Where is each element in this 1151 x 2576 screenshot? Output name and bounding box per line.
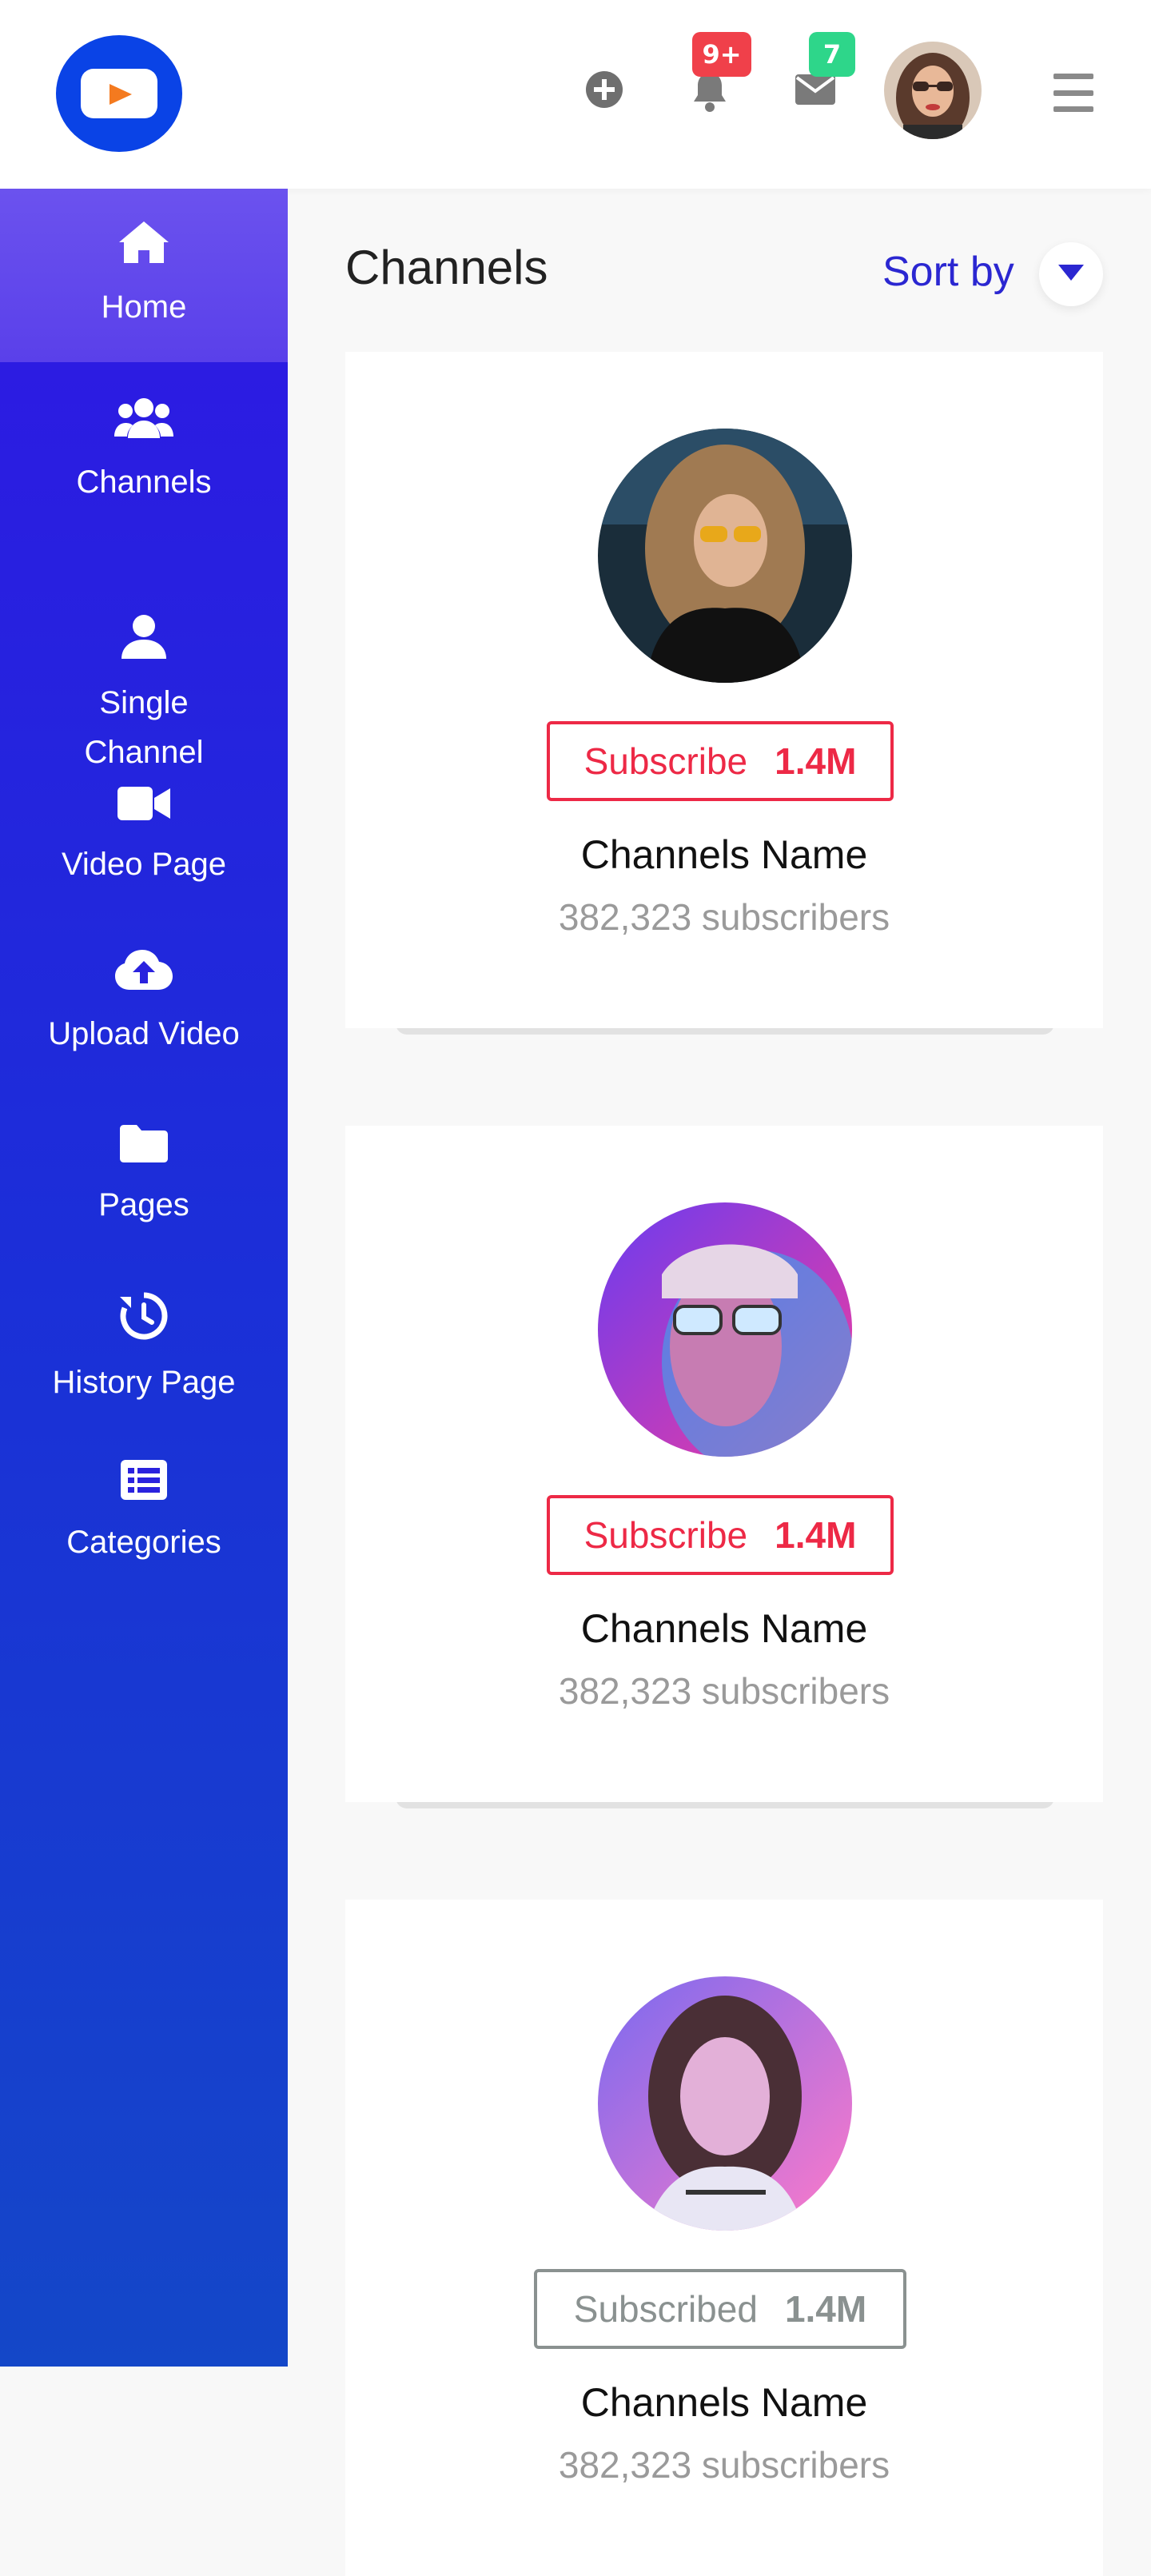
sidebar-item-label: History Page [52,1365,236,1400]
video-camera-icon [117,785,170,836]
channel-subscribers: 382,323 subscribers [558,2444,890,2486]
messages-badge: 7 [809,32,855,77]
play-icon [81,69,157,118]
subscribe-button[interactable]: Subscribe 1.4M [547,1495,894,1575]
user-avatar[interactable] [884,42,982,139]
channel-avatar[interactable] [598,429,852,683]
sidebar-item-label: Video Page [61,847,227,882]
cloud-upload-icon [115,950,173,1006]
sidebar: Home Channels Single Channel Video Page … [0,189,288,2367]
channel-card: Subscribe 1.4M Channels Name 382,323 sub… [345,1126,1103,1802]
sort-by-label[interactable]: Sort by [882,248,1014,296]
subscriber-count: 1.4M [775,1514,857,1556]
sidebar-item-categories[interactable]: Categories [0,1460,288,1567]
sidebar-item-label: Single Channel [84,685,204,770]
caret-down-icon [1058,265,1084,284]
sidebar-item-history-page[interactable]: History Page [0,1292,288,1407]
user-icon [120,564,168,675]
subscribed-button[interactable]: Subscribed 1.4M [534,2269,906,2349]
channel-subscribers: 382,323 subscribers [558,896,890,938]
sidebar-item-label: Categories [66,1525,221,1560]
folder-icon [120,1124,168,1177]
subscriber-count: 1.4M [784,2288,867,2330]
channel-name[interactable]: Channels Name [345,831,1103,878]
app-logo[interactable] [56,35,182,152]
subscribe-label: Subscribed [573,2288,758,2330]
sidebar-item-label: Home [101,289,187,325]
sidebar-item-label: Upload Video [48,1016,240,1051]
subscribe-label: Subscribe [583,740,748,782]
users-icon [114,397,173,454]
sidebar-item-label: Pages [98,1187,189,1222]
subscriber-count: 1.4M [775,740,857,782]
sidebar-item-upload-video[interactable]: Upload Video [0,950,288,1059]
channel-name[interactable]: Channels Name [345,1605,1103,1652]
sort-dropdown-button[interactable] [1039,242,1103,306]
subscribe-button[interactable]: Subscribe 1.4M [547,721,894,801]
page-title: Channels [345,241,548,294]
history-icon [120,1292,168,1354]
sidebar-item-channels[interactable]: Channels [0,397,288,507]
sidebar-item-video-page[interactable]: Video Page [0,785,288,889]
channel-name[interactable]: Channels Name [345,2379,1103,2426]
subscribe-label: Subscribe [583,1514,748,1556]
channel-avatar[interactable] [598,1976,852,2231]
add-icon[interactable] [580,66,628,114]
channel-card: Subscribe 1.4M Channels Name 382,323 sub… [345,352,1103,1028]
channel-card: Subscribed 1.4M Channels Name 382,323 su… [345,1900,1103,2576]
sidebar-item-pages[interactable]: Pages [0,1124,288,1230]
menu-toggle-icon[interactable] [1053,74,1093,112]
sidebar-item-label: Channels [76,465,212,500]
channel-avatar[interactable] [598,1202,852,1457]
top-navbar: 9+ 7 [0,0,1151,189]
home-icon [117,220,170,279]
list-icon [121,1460,167,1514]
sidebar-item-home[interactable]: Home [0,189,288,362]
channel-subscribers: 382,323 subscribers [558,1670,890,1712]
sidebar-item-single-channel[interactable]: Single Channel [0,564,288,777]
notifications-badge: 9+ [692,32,751,77]
